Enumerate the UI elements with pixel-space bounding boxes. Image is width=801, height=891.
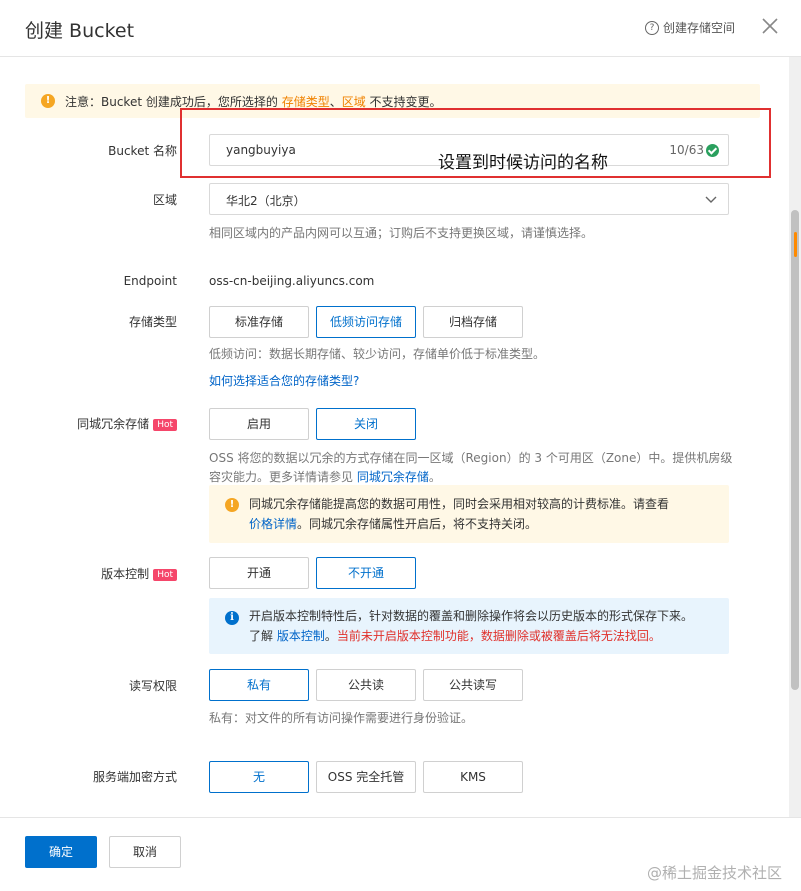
cancel-button[interactable]: 取消 xyxy=(109,836,181,868)
acl-public-read-write-button[interactable]: 公共读写 xyxy=(423,669,523,701)
redundancy-enable-button[interactable]: 启用 xyxy=(209,408,309,440)
encryption-none-button[interactable]: 无 xyxy=(209,761,309,793)
warning-icon: ! xyxy=(41,94,55,108)
storage-class-ia-button[interactable]: 低频访问存储 xyxy=(316,306,416,338)
storage-class-standard-button[interactable]: 标准存储 xyxy=(209,306,309,338)
acl-private-button[interactable]: 私有 xyxy=(209,669,309,701)
storage-class-help-link[interactable]: 如何选择适合您的存储类型? xyxy=(209,372,359,391)
redundancy-label: 同城冗余存储 Hot xyxy=(27,415,177,432)
pricing-link[interactable]: 价格详情 xyxy=(249,517,297,531)
dialog-header: 创建 Bucket ? 创建存储空间 xyxy=(0,0,801,57)
encryption-oss-button[interactable]: OSS 完全托管 xyxy=(316,761,416,793)
redundancy-tip-text: 同城冗余存储能提高您的数据可用性，同时会采用相对较高的计费标准。请查看 价格详情… xyxy=(249,497,670,531)
dialog-title: 创建 Bucket xyxy=(25,20,135,42)
confirm-button[interactable]: 确定 xyxy=(25,836,97,868)
versioning-label: 版本控制 Hot xyxy=(27,565,177,582)
encryption-label: 服务端加密方式 xyxy=(92,770,177,784)
acl-public-read-button[interactable]: 公共读 xyxy=(316,669,416,701)
versioning-enable-button[interactable]: 开通 xyxy=(209,557,309,589)
versioning-tip: i 开启版本控制特性后，针对数据的覆盖和删除操作将会以历史版本的形式保存下来。 … xyxy=(209,598,729,654)
close-icon[interactable] xyxy=(760,16,780,36)
region-select[interactable]: 华北2（北京） xyxy=(209,183,729,215)
storage-class-label: 存储类型 xyxy=(128,315,177,329)
warning-icon: ! xyxy=(225,498,239,512)
redundancy-disable-button[interactable]: 关闭 xyxy=(316,408,416,440)
versioning-tip-text: 开启版本控制特性后，针对数据的覆盖和删除操作将会以历史版本的形式保存下来。 了解… xyxy=(249,609,694,643)
endpoint-label: Endpoint xyxy=(123,274,177,288)
versioning-disable-button[interactable]: 不开通 xyxy=(316,557,416,589)
redundancy-hint: OSS 将您的数据以冗余的方式存储在同一区域（Region）的 3 个可用区（Z… xyxy=(209,451,733,484)
region-value: 华北2（北京） xyxy=(226,194,306,208)
scrollbar-thumb[interactable] xyxy=(791,210,799,690)
info-icon: i xyxy=(225,611,239,625)
region-label: 区域 xyxy=(152,193,177,207)
endpoint-value: oss-cn-beijing.aliyuncs.com xyxy=(209,274,375,288)
acl-hint: 私有：对文件的所有访问操作需要进行身份验证。 xyxy=(209,711,474,725)
dialog-footer: 确定 取消 @稀土掘金技术社区 xyxy=(0,817,801,891)
redundancy-tip: ! 同城冗余存储能提高您的数据可用性，同时会采用相对较高的计费标准。请查看 价格… xyxy=(209,485,729,543)
acl-label: 读写权限 xyxy=(128,679,177,693)
dialog-body[interactable]: ! 注意：Bucket 创建成功后，您所选择的 存储类型、区域 不支持变更。 B… xyxy=(0,57,801,817)
region-link[interactable]: 区域 xyxy=(342,95,366,109)
storage-class-hint: 低频访问：数据长期存储、较少访问，存储单价低于标准类型。 xyxy=(209,347,546,361)
scrollbar-position-marker xyxy=(794,232,797,257)
bucket-name-label: Bucket 名称 xyxy=(108,144,177,158)
encryption-kms-button[interactable]: KMS xyxy=(423,761,523,793)
storage-type-link[interactable]: 存储类型 xyxy=(282,95,330,109)
region-hint: 相同区域内的产品内网可以互通；订购后不支持更换区域，请谨慎选择。 xyxy=(209,226,594,240)
redundancy-doc-link[interactable]: 同城冗余存储 xyxy=(357,470,429,484)
question-circle-icon: ? xyxy=(645,20,659,35)
annotation-text: 设置到时候访问的名称 xyxy=(438,153,608,173)
hot-badge: Hot xyxy=(153,569,177,581)
chevron-down-icon xyxy=(705,196,717,203)
hot-badge: Hot xyxy=(153,419,177,431)
storage-class-archive-button[interactable]: 归档存储 xyxy=(423,306,523,338)
versioning-warning-text: 当前未开启版本控制功能，数据删除或被覆盖后将无法找回。 xyxy=(336,629,661,643)
watermark: @稀土掘金技术社区 xyxy=(647,864,783,882)
help-link[interactable]: ? 创建存储空间 xyxy=(645,19,735,36)
help-link-label: 创建存储空间 xyxy=(663,21,736,35)
versioning-doc-link[interactable]: 版本控制 xyxy=(277,629,325,643)
